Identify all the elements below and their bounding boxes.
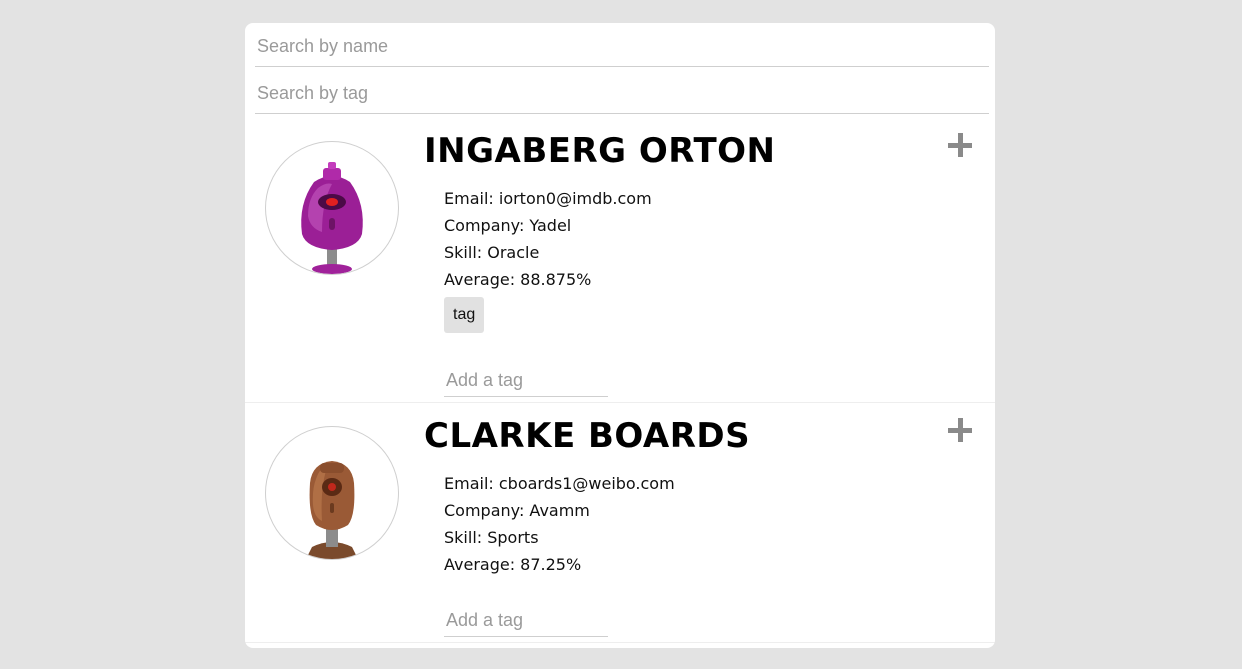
add-tag-input[interactable]: [444, 365, 608, 397]
student-email: Email: iorton0@imdb.com: [444, 189, 652, 208]
student-details: Email: iorton0@imdb.com Company: Yadel S…: [444, 185, 652, 333]
student-card: CLARKE BOARDS Email: cboards1@weibo.com …: [245, 403, 995, 643]
student-name: CLARKE BOARDS: [424, 416, 751, 456]
student-avatar: [265, 141, 399, 275]
student-company: Company: Yadel: [444, 216, 572, 235]
student-name: INGABERG ORTON: [424, 131, 776, 171]
student-avatar: [265, 426, 399, 560]
student-card: INGABERG ORTON Email: iorton0@imdb.com C…: [245, 114, 995, 403]
tag-chip: tag: [444, 297, 485, 333]
student-skill: Skill: Oracle: [444, 243, 540, 262]
search-by-tag-input[interactable]: [255, 72, 989, 114]
expand-button[interactable]: [945, 131, 975, 161]
student-list-card: INGABERG ORTON Email: iorton0@imdb.com C…: [245, 23, 995, 648]
student-company: Company: Avamm: [444, 501, 590, 520]
student-email: Email: cboards1@weibo.com: [444, 474, 675, 493]
search-by-name-input[interactable]: [255, 25, 989, 67]
student-details: Email: cboards1@weibo.com Company: Avamm…: [444, 470, 675, 578]
brown-robot-avatar-icon: [306, 461, 358, 559]
student-average: Average: 88.875%: [444, 270, 592, 289]
student-skill: Skill: Sports: [444, 528, 539, 547]
student-average: Average: 87.25%: [444, 555, 582, 574]
purple-robot-avatar-icon: [301, 162, 363, 274]
add-tag-input[interactable]: [444, 605, 608, 637]
expand-button[interactable]: [945, 416, 975, 446]
